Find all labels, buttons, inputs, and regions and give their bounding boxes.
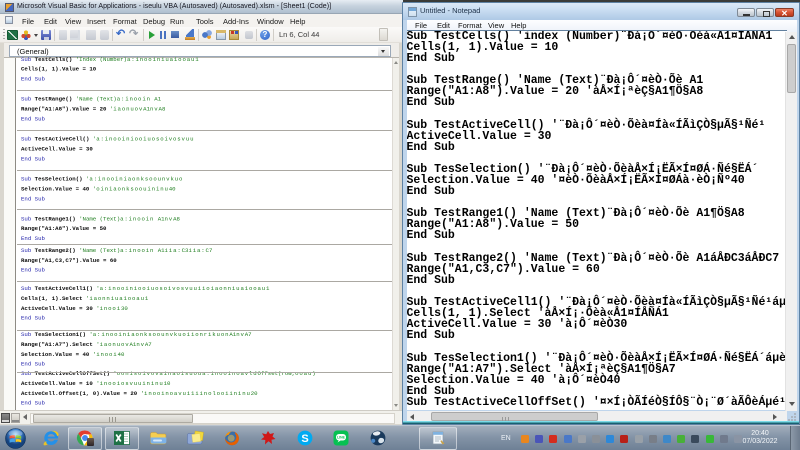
svg-text:LINE: LINE [337, 436, 345, 440]
svg-text:S: S [301, 433, 308, 445]
